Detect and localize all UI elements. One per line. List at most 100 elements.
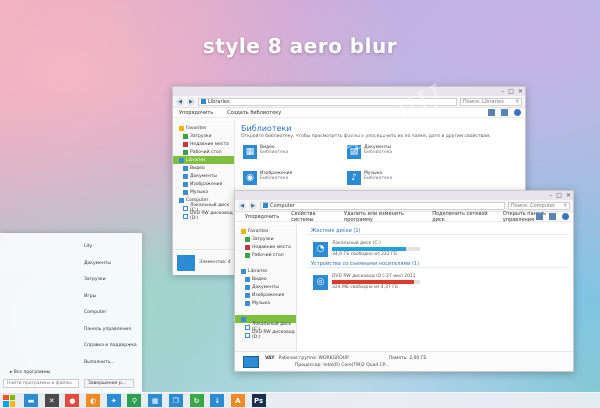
tile-type: Библиотека: [364, 176, 393, 181]
help-icon[interactable]: [514, 109, 521, 116]
explorer-icon[interactable]: ▬: [24, 394, 38, 407]
nav-item[interactable]: [235, 259, 296, 267]
nav-item[interactable]: Libraries: [235, 267, 296, 275]
command-button[interactable]: Подключить сетевой диск: [432, 211, 491, 223]
close-icon[interactable]: ✕: [566, 192, 571, 199]
view-options-icon[interactable]: [488, 109, 495, 116]
nav-item[interactable]: DVD RW дисковод (D:): [235, 330, 296, 340]
nav-item[interactable]: Рабочий стол: [235, 251, 296, 259]
photoshop-icon[interactable]: Ps: [251, 394, 266, 407]
nav-item[interactable]: Загрузки: [235, 235, 296, 243]
minimize-icon[interactable]: –: [549, 192, 552, 199]
nav-item[interactable]: Музыка: [173, 188, 234, 196]
nav-item[interactable]: Недавние места: [173, 140, 234, 148]
close-icon[interactable]: ✕: [518, 88, 523, 95]
drive-item[interactable]: ◎ DVD RW дисковод (D:) 27 июл 2011 324 МБ …: [307, 271, 573, 293]
nav-item[interactable]: Favorites: [173, 124, 234, 132]
nav-item[interactable]: DVD RW дисковод (D:): [173, 211, 234, 221]
nav-item[interactable]: [235, 307, 296, 315]
tile-text: Музыка Библиотека: [364, 171, 392, 181]
documents-icon: ▤: [347, 145, 361, 159]
search-input[interactable]: Поиск: Computer ⚲: [508, 201, 570, 210]
paint-icon[interactable]: ●: [65, 394, 80, 407]
all-programs-button[interactable]: ▸ Все программы: [10, 370, 50, 375]
forward-button[interactable]: ▶: [187, 97, 195, 106]
video-icon: [183, 165, 188, 171]
search-icon: ⚲: [563, 202, 567, 209]
library-tile[interactable]: ▦ Видео Библиотека: [243, 145, 288, 159]
library-tile[interactable]: ♪ Музыка Библиотека: [347, 171, 392, 185]
forward-button[interactable]: ▶: [249, 201, 257, 210]
command-button[interactable]: Удалить или изменить программу: [344, 211, 420, 223]
view-options-icon[interactable]: [536, 213, 543, 220]
drive-group-heading[interactable]: Устройства со съемными носителями (1): [307, 260, 569, 268]
nav-item[interactable]: Изображения: [173, 180, 234, 188]
title-bar[interactable]: – □ ✕: [235, 191, 573, 200]
refresh-icon[interactable]: ↻: [189, 394, 204, 407]
start-menu-item[interactable]: Панель управления: [84, 322, 142, 339]
page-title: Библиотеки: [241, 124, 292, 133]
window-icon[interactable]: ❐: [168, 394, 183, 407]
nav-item[interactable]: Видео: [235, 275, 296, 283]
start-menu-item[interactable]: Выполнить...: [84, 355, 142, 372]
nav-item[interactable]: Документы: [235, 283, 296, 291]
nav-item[interactable]: Недавние места: [235, 243, 296, 251]
nav-item[interactable]: Favorites: [235, 227, 296, 235]
start-menu-item[interactable]: Загрузки: [84, 272, 142, 289]
address-bar[interactable]: Computer: [260, 201, 505, 210]
nav-item[interactable]: Рабочий стол: [173, 148, 234, 156]
maximize-icon[interactable]: □: [508, 88, 514, 95]
download-icon[interactable]: ↓: [210, 394, 225, 407]
new-library-button[interactable]: Создать библиотеку: [227, 110, 281, 116]
firefox-icon[interactable]: ◐: [86, 394, 101, 407]
address-text: Libraries: [208, 98, 230, 105]
video-icon: [245, 276, 250, 282]
acrobat-icon[interactable]: A: [230, 394, 245, 407]
organize-button[interactable]: Упорядочить: [179, 110, 213, 116]
run-icon[interactable]: ✦: [106, 394, 121, 407]
minimize-icon[interactable]: –: [501, 88, 504, 95]
start-menu-item[interactable]: Lity: [84, 239, 142, 256]
start-button[interactable]: [3, 394, 15, 407]
maximize-icon[interactable]: □: [556, 192, 562, 199]
drive-group-heading[interactable]: Жесткие диски (1): [307, 227, 569, 235]
start-menu-places: Lity Документы Загрузки Игры Computer Панель …: [84, 233, 142, 371]
windows-logo-square: [3, 394, 9, 400]
nav-item[interactable]: Загрузки: [173, 132, 234, 140]
library-tile[interactable]: ◉ Изображения Библиотека: [243, 171, 292, 185]
preview-pane-icon[interactable]: [501, 109, 508, 116]
nav-item-label: Computer: [186, 197, 209, 203]
library-tile[interactable]: ▤ Документы Библиотека: [347, 145, 392, 159]
tile-type: Библиотека: [364, 150, 393, 155]
command-button[interactable]: Упорядочить: [245, 214, 279, 220]
preview-pane-icon[interactable]: [549, 213, 556, 220]
nav-item-label: Видео: [252, 276, 267, 282]
start-search-input[interactable]: Найти программы и файлы: [3, 379, 79, 388]
start-menu-item[interactable]: Справка и поддержка: [84, 338, 142, 355]
back-button[interactable]: ◀: [176, 97, 184, 106]
star-icon: [179, 125, 184, 131]
nav-item[interactable]: Изображения: [235, 291, 296, 299]
nav-item[interactable]: Видео: [173, 164, 234, 172]
nav-item[interactable]: Музыка: [235, 299, 296, 307]
nav-item-label: Недавние места: [190, 141, 229, 147]
search-input[interactable]: Поиск: Libraries ⚲: [460, 97, 522, 106]
help-icon[interactable]: [562, 213, 569, 220]
capacity-bar: [332, 280, 420, 284]
address-bar[interactable]: Libraries: [198, 97, 457, 106]
shutdown-button[interactable]: Завершение р...: [84, 379, 134, 388]
drive-item[interactable]: ◔ Локальный диск (C:) 34,9 ГБ свободно из …: [307, 238, 573, 260]
apps-icon[interactable]: ▦: [148, 394, 163, 407]
start-menu-item[interactable]: Документы: [84, 256, 142, 273]
start-menu-item[interactable]: Computer: [84, 305, 142, 322]
start-menu-item[interactable]: Игры: [84, 289, 142, 306]
title-bar[interactable]: – □ ✕: [173, 87, 525, 96]
drive-space: 34,9 ГБ свободно из 222 ГБ: [332, 252, 397, 257]
back-button[interactable]: ◀: [238, 201, 246, 210]
nav-item[interactable]: Документы: [173, 172, 234, 180]
search-icon[interactable]: ⚲: [127, 394, 142, 407]
computer-window[interactable]: – □ ✕ ◀ ▶ Computer Поиск: Computer ⚲ Упо…: [234, 190, 574, 372]
command-button[interactable]: Свойства системы: [291, 211, 332, 223]
nav-item[interactable]: Libraries: [173, 156, 234, 164]
tools-icon[interactable]: ✕: [44, 394, 59, 407]
